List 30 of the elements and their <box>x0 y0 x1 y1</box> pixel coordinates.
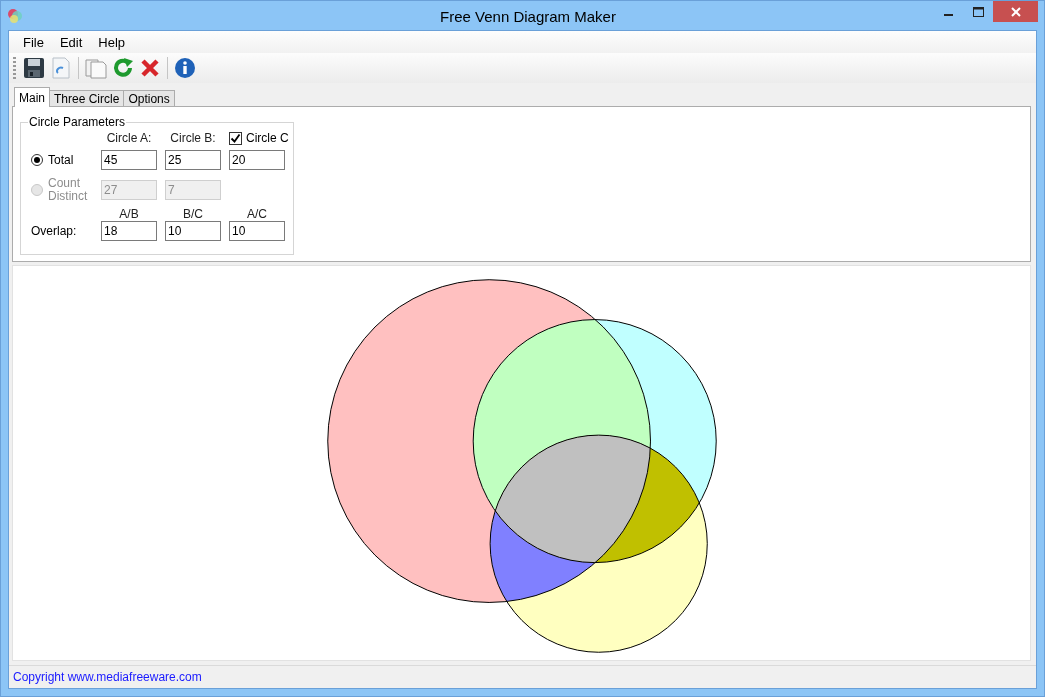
number-field[interactable]: 45 <box>101 150 157 170</box>
column-header: Circle A: <box>105 131 153 145</box>
number-field[interactable]: 20 <box>229 150 285 170</box>
column-header: A/B <box>118 207 140 221</box>
number-field[interactable]: 25 <box>165 150 221 170</box>
tab[interactable]: Three Circle <box>49 90 125 107</box>
window-title: Free Venn Diagram Maker <box>440 8 616 25</box>
info-button[interactable] <box>173 55 197 81</box>
close-icon <box>1010 6 1021 17</box>
copyright-link[interactable]: Copyright www.mediafreeware.com <box>13 670 202 684</box>
group-title: Circle Parameters <box>28 115 127 129</box>
menu-item[interactable]: Edit <box>51 32 91 52</box>
maximize-icon <box>972 6 984 17</box>
column-header: B/C <box>182 207 204 221</box>
number-field[interactable]: 10 <box>229 221 285 241</box>
close-button[interactable] <box>993 1 1038 22</box>
menu-item[interactable]: Help <box>90 32 134 52</box>
tab[interactable]: Options <box>123 90 175 107</box>
column-header: Circle B: <box>169 131 217 145</box>
overlap-label: Overlap: <box>31 224 78 238</box>
number-field[interactable]: 10 <box>165 221 221 241</box>
app-logo-icon <box>7 7 23 24</box>
mode-radio[interactable]: Total <box>31 145 93 175</box>
minimize-icon <box>943 14 953 16</box>
checkmark-icon <box>230 132 241 144</box>
tab[interactable]: Main <box>14 87 50 107</box>
number-field[interactable]: 18 <box>101 221 157 241</box>
menu-item[interactable]: File <box>15 32 52 52</box>
column-header: A/C <box>246 207 268 221</box>
save-button[interactable] <box>22 55 46 81</box>
